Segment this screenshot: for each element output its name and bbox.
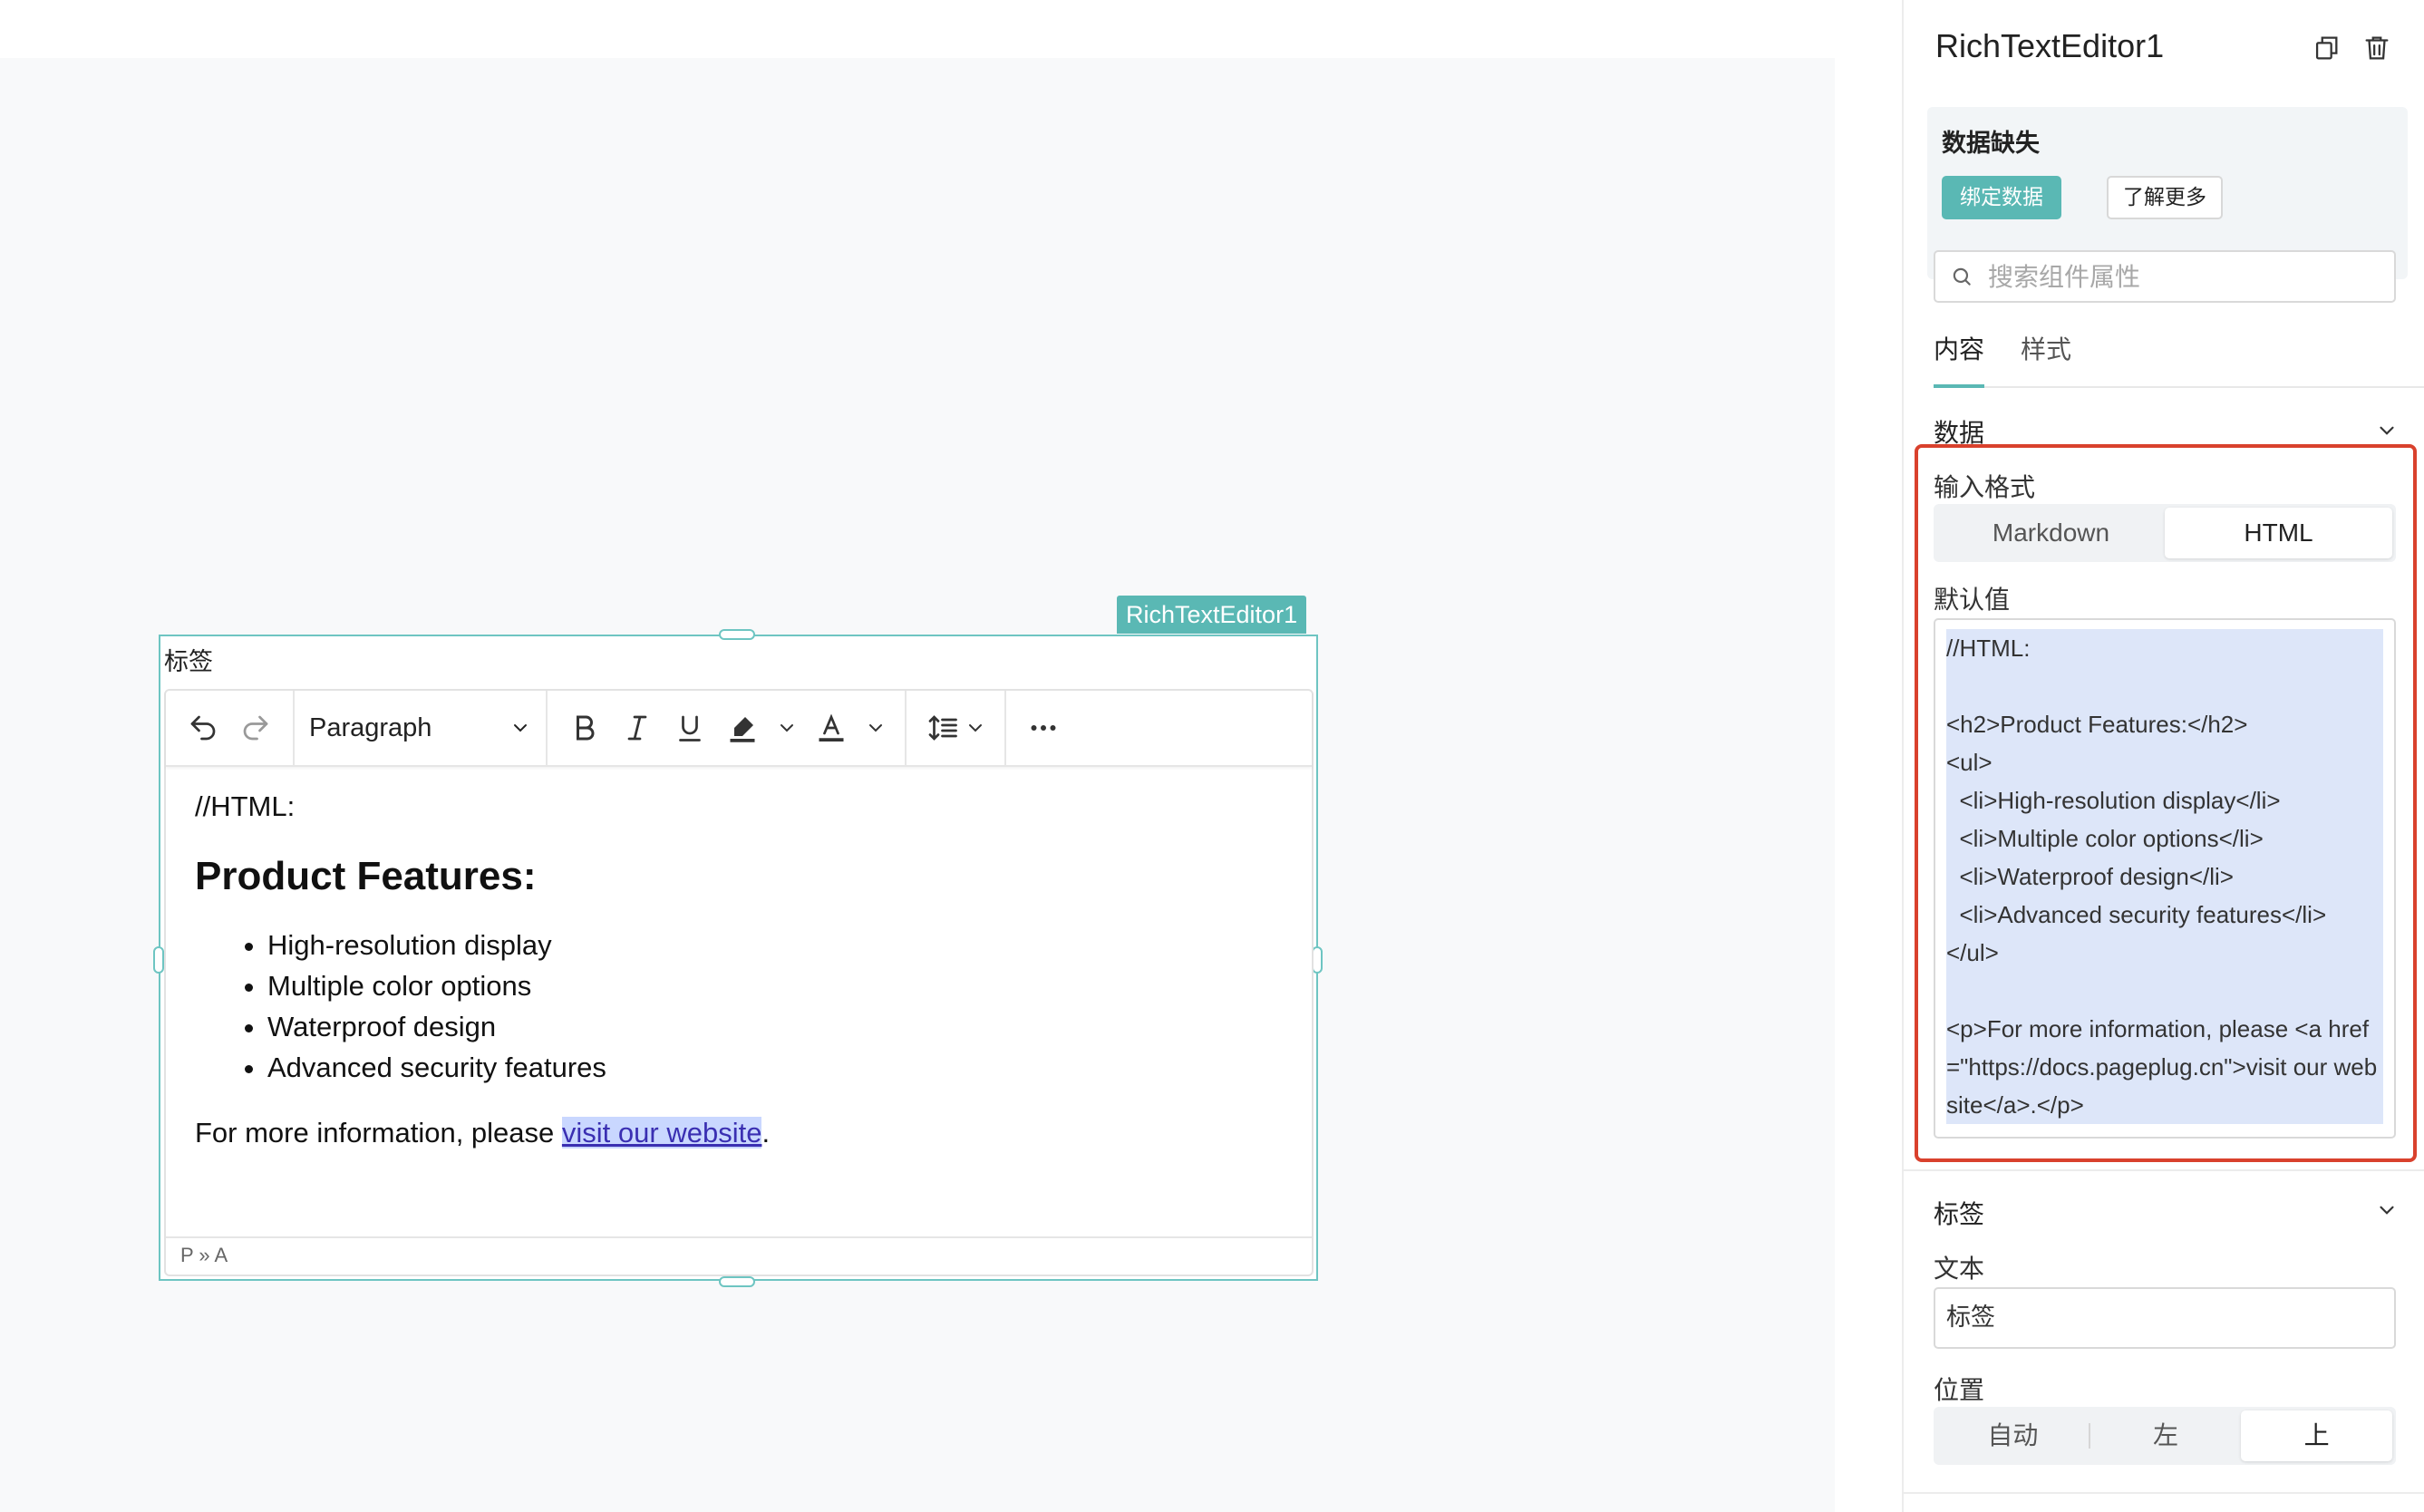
input-format-toggle[interactable]: Markdown HTML	[1934, 504, 2396, 562]
label-text-label: 文本	[1934, 1254, 1985, 1284]
search-input[interactable]	[1986, 260, 2371, 293]
italic-icon	[627, 715, 647, 741]
chevron-down-icon	[781, 724, 793, 732]
position-label: 位置	[1934, 1375, 1985, 1405]
highlight-color-dropdown[interactable]	[769, 702, 805, 754]
more-group	[1006, 691, 1081, 765]
format-option-markdown[interactable]: Markdown	[1937, 508, 2165, 558]
text-color-button[interactable]	[805, 702, 858, 754]
trash-icon	[2365, 36, 2389, 60]
underline-button[interactable]	[664, 702, 716, 754]
text-color-dropdown[interactable]	[858, 702, 894, 754]
editor-toolbar: Paragraph	[166, 691, 1312, 767]
chevron-down-icon	[2380, 1206, 2394, 1215]
list-item: Waterproof design	[267, 1006, 1294, 1047]
block-format-group: Paragraph	[295, 691, 548, 765]
feature-list: High-resolution display Multiple color o…	[195, 925, 1294, 1088]
content-paragraph: For more information, please visit our w…	[195, 1117, 1294, 1149]
content-line: //HTML:	[195, 790, 296, 822]
chevron-down-icon	[969, 724, 982, 732]
label-text-input[interactable]: 标签	[1934, 1287, 2396, 1349]
field-label: 标签	[164, 648, 213, 676]
highlighter-icon	[730, 717, 755, 742]
bind-data-button[interactable]: 绑定数据	[1942, 176, 2061, 219]
data-section-toggle[interactable]	[2375, 419, 2399, 442]
default-value-editor[interactable]: //HTML: <h2>Product Features:</h2> <ul> …	[1934, 618, 2396, 1139]
undo-button[interactable]	[177, 702, 229, 754]
chevron-down-icon	[869, 724, 882, 732]
section-divider	[1904, 1492, 2424, 1494]
text-color-icon	[819, 713, 844, 741]
resize-handle-top[interactable]	[719, 629, 755, 640]
section-divider	[1904, 1169, 2424, 1171]
label-section-header[interactable]: 标签	[1934, 1195, 1984, 1231]
label-section-toggle[interactable]	[2375, 1198, 2399, 1222]
widget-name-tag[interactable]: RichTextEditor1	[1117, 596, 1307, 634]
format-option-html[interactable]: HTML	[2165, 508, 2392, 558]
position-option-top[interactable]: 上	[2241, 1410, 2393, 1461]
block-format-select[interactable]: Paragraph	[305, 702, 535, 754]
paragraph-suffix: .	[761, 1117, 771, 1149]
bold-button[interactable]	[558, 702, 611, 754]
list-item: High-resolution display	[267, 925, 1294, 965]
default-value-text[interactable]: //HTML: <h2>Product Features:</h2> <ul> …	[1946, 629, 2383, 1124]
position-option-left[interactable]: 左	[2090, 1410, 2242, 1461]
more-options-button[interactable]	[1017, 702, 1070, 754]
website-link[interactable]: visit our website	[561, 1117, 762, 1149]
highlight-color-button[interactable]	[716, 702, 769, 754]
italic-button[interactable]	[611, 702, 664, 754]
undo-icon	[190, 715, 216, 741]
line-height-dropdown[interactable]	[957, 702, 994, 754]
input-format-label: 输入格式	[1934, 472, 2036, 502]
chevron-down-icon	[2380, 426, 2394, 435]
redo-icon	[243, 715, 268, 741]
editor-statusbar[interactable]: P » A	[166, 1236, 1312, 1275]
copy-icon	[2315, 36, 2338, 60]
line-height-icon	[928, 715, 957, 741]
chevron-down-icon	[514, 724, 527, 732]
property-search[interactable]	[1934, 250, 2396, 303]
more-dots-icon	[1031, 725, 1056, 731]
rich-text-editor[interactable]: Paragraph //HTML: Product Features: • Hi…	[164, 689, 1314, 1276]
list-item: Multiple color options	[267, 965, 1294, 1006]
search-icon	[1953, 267, 1971, 286]
content-heading: Product Features:	[195, 854, 537, 898]
list-item: Advanced security features	[267, 1047, 1294, 1088]
block-format-value: Paragraph	[309, 712, 432, 742]
editor-content[interactable]: //HTML: Product Features: High-resolutio…	[195, 790, 1294, 1149]
callout-title: 数据缺失	[1942, 130, 2040, 158]
tab-content[interactable]: 内容	[1934, 330, 1985, 388]
resize-handle-bottom[interactable]	[719, 1276, 755, 1287]
tab-style[interactable]: 样式	[2021, 330, 2071, 384]
resize-handle-left[interactable]	[153, 946, 164, 974]
copy-widget-button[interactable]	[2311, 33, 2342, 63]
line-height-group	[907, 691, 1006, 765]
position-option-auto[interactable]: 自动	[1937, 1410, 2089, 1461]
redo-button[interactable]	[229, 702, 282, 754]
history-group	[166, 691, 295, 765]
panel-title[interactable]: RichTextEditor1	[1935, 27, 2164, 65]
panel-tabs: 内容 样式	[1934, 326, 2424, 388]
default-value-label: 默认值	[1934, 585, 2011, 615]
format-group	[548, 691, 907, 765]
learn-more-button[interactable]: 了解更多	[2107, 176, 2223, 219]
label-position-toggle[interactable]: 自动 左 上	[1934, 1407, 2396, 1465]
paragraph-text: For more information, please	[195, 1117, 562, 1149]
property-pane: RichTextEditor1 数据缺失 绑定数据 了解更多 内容 样式 数据 …	[1902, 0, 2424, 1512]
underline-icon	[679, 715, 701, 741]
bold-icon	[577, 715, 595, 741]
delete-widget-button[interactable]	[2361, 33, 2392, 63]
